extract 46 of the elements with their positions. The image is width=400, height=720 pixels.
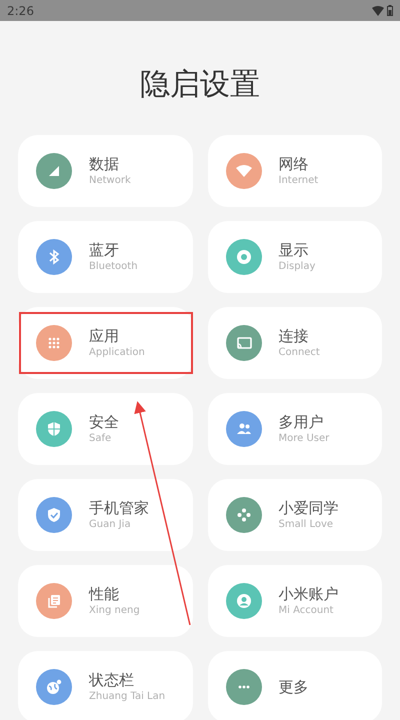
settings-card[interactable]: 手机管家 Guan Jia: [18, 479, 192, 551]
item-subtitle: Small Love: [278, 518, 334, 532]
wifi-icon: [372, 6, 384, 16]
status-time: 2:26: [7, 2, 34, 20]
item-label: 蓝牙: [89, 240, 120, 260]
settings-card[interactable]: 状态栏 Zhuang Tai Lan: [18, 651, 192, 720]
item-label: 手机管家: [89, 498, 149, 518]
settings-card[interactable]: 小爱同学 Small Love: [208, 479, 382, 551]
page-title: 隐启设置: [140, 66, 260, 104]
item-label: 小米账户: [278, 584, 338, 604]
item-subtitle: Internet: [278, 174, 318, 188]
settings-card[interactable]: 更多: [208, 651, 382, 720]
item-subtitle: Mi Account: [278, 604, 334, 618]
item-subtitle: Connect: [278, 346, 320, 360]
item-subtitle: Network: [89, 174, 131, 188]
item-label: 多用户: [278, 412, 324, 432]
item-label: 连接: [278, 326, 310, 346]
item-label: 性能: [89, 584, 120, 604]
item-subtitle: Guan Jia: [89, 518, 132, 532]
settings-card[interactable]: 多用户 More User: [208, 393, 382, 465]
item-subtitle: More User: [278, 432, 330, 446]
settings-card[interactable]: 安全 Safe: [18, 393, 192, 465]
item-subtitle: Zhuang Tai Lan: [89, 690, 166, 704]
settings-card[interactable]: 小米账户 Mi Account: [208, 565, 382, 637]
battery-icon: [387, 5, 393, 16]
settings-card[interactable]: 蓝牙 Bluetooth: [18, 221, 192, 293]
settings-card[interactable]: 性能 Xing neng: [18, 565, 192, 637]
settings-card[interactable]: 连接 Connect: [208, 307, 382, 379]
item-subtitle: Bluetooth: [89, 260, 138, 274]
item-label: 状态栏: [89, 670, 135, 690]
item-label: 数据: [89, 154, 120, 174]
item-subtitle: Xing neng: [89, 604, 140, 618]
item-subtitle: Application: [89, 346, 145, 360]
item-subtitle: Safe: [89, 432, 112, 446]
item-label: 显示: [278, 240, 310, 260]
settings-card[interactable]: 数据 Network: [18, 135, 192, 207]
settings-card[interactable]: 网络 Internet: [208, 135, 382, 207]
item-label: 应用: [89, 326, 120, 346]
item-label: 安全: [89, 412, 119, 432]
item-label: 网络: [278, 154, 310, 174]
more-icon: [238, 685, 250, 689]
item-label: 更多: [278, 677, 308, 697]
settings-card[interactable]: 应用 Application: [18, 307, 192, 379]
item-subtitle: Display: [278, 260, 316, 274]
settings-card[interactable]: 显示 Display: [208, 221, 382, 293]
item-label: 小爱同学: [278, 498, 338, 518]
